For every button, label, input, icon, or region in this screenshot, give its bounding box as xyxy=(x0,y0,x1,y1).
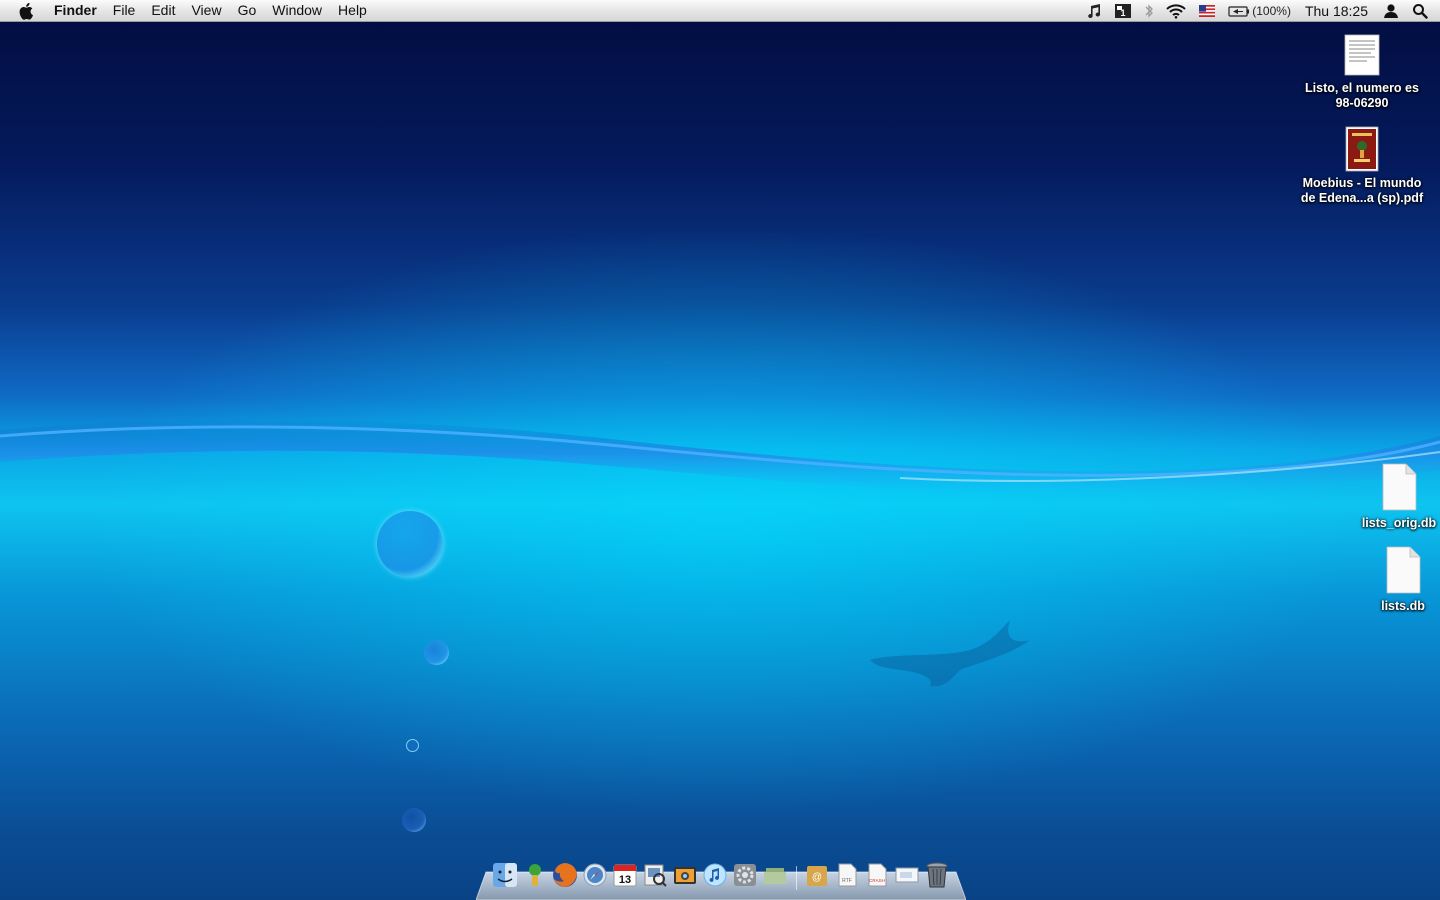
itunes-note-icon[interactable] xyxy=(1080,0,1108,21)
desktop-icon-label-line1: Moebius - El mundo xyxy=(1302,176,1422,190)
blank-document-icon xyxy=(1384,545,1422,595)
bubble-medium xyxy=(424,640,449,665)
us-flag-input-icon[interactable] xyxy=(1192,0,1222,21)
battery-icon[interactable] xyxy=(1222,0,1250,21)
bubble-small-2 xyxy=(402,808,426,832)
stacks-icon[interactable] xyxy=(760,860,790,890)
water-surface-wave xyxy=(0,419,1440,495)
screen-icon[interactable] xyxy=(892,860,922,890)
spaces-icon[interactable]: 1 xyxy=(1108,0,1138,21)
menu-help[interactable]: Help xyxy=(330,0,375,21)
desktop-icon-label: lists.db xyxy=(1381,599,1425,613)
menu-finder[interactable]: Finder xyxy=(54,0,105,21)
menu-go[interactable]: Go xyxy=(230,0,265,21)
svg-text:RTF: RTF xyxy=(842,878,852,884)
spotlight-search-icon[interactable] xyxy=(1406,0,1440,21)
menu-view[interactable]: View xyxy=(183,0,229,21)
preview-icon[interactable] xyxy=(640,860,670,890)
bubble-large xyxy=(377,511,443,577)
text-document-icon xyxy=(1341,33,1383,77)
bubble-small xyxy=(406,739,419,752)
desktop-icon-label: lists_orig.db xyxy=(1361,516,1437,530)
desktop-icon-label-line2: de Edena...a (sp).pdf xyxy=(1300,191,1424,205)
svg-text:1: 1 xyxy=(1121,8,1126,18)
ical-icon[interactable]: 13 xyxy=(610,860,640,890)
ical-day-text: 13 xyxy=(619,874,631,886)
whale-silhouette xyxy=(870,620,1030,687)
finder-icon[interactable] xyxy=(490,860,520,890)
rtf-document-icon[interactable]: RTF xyxy=(832,860,862,890)
desktop-icon-label-line2: 98-06290 xyxy=(1335,96,1389,110)
iphoto-icon[interactable] xyxy=(670,860,700,890)
safari-icon[interactable] xyxy=(580,860,610,890)
system-preferences-icon[interactable] xyxy=(730,860,760,890)
user-icon[interactable] xyxy=(1376,0,1406,21)
desktop-icon-moebius-pdf[interactable]: Moebius - El mundo de Edena...a (sp).pdf xyxy=(1294,126,1430,206)
desktop-icon-lists-orig-db[interactable]: lists_orig.db xyxy=(1358,462,1440,531)
desktop-icon-listo[interactable]: Listo, el numero es 98-06290 xyxy=(1296,33,1428,111)
menu-window[interactable]: Window xyxy=(264,0,330,21)
menu-file[interactable]: File xyxy=(105,0,144,21)
menu-bar: Finder File Edit View Go Window Help 1 (… xyxy=(0,0,1440,22)
apple-menu-icon[interactable] xyxy=(0,2,54,20)
trash-icon[interactable] xyxy=(922,860,952,890)
itunes-icon[interactable] xyxy=(700,860,730,890)
crash-document-icon[interactable]: CRASH xyxy=(862,860,892,890)
menu-edit[interactable]: Edit xyxy=(143,0,183,21)
wifi-icon[interactable] xyxy=(1160,0,1192,21)
desktop-icon-label-line1: Listo, el numero es xyxy=(1305,81,1419,95)
blank-document-icon xyxy=(1380,462,1418,512)
svg-text:CRASH: CRASH xyxy=(869,878,885,883)
svg-text:@: @ xyxy=(812,872,822,883)
applications-folder-icon[interactable]: @ xyxy=(802,860,832,890)
sourcetree-icon[interactable] xyxy=(520,860,550,890)
bluetooth-icon[interactable] xyxy=(1138,0,1160,21)
pdf-document-icon xyxy=(1344,126,1380,172)
dock-separator xyxy=(790,860,802,890)
battery-percent: (100%) xyxy=(1252,3,1291,18)
desktop-icon-lists-db[interactable]: lists.db xyxy=(1366,545,1440,614)
dock: 13 @ RTF CRASH xyxy=(490,858,952,890)
firefox-icon[interactable] xyxy=(550,860,580,890)
menubar-clock[interactable]: Thu 18:25 xyxy=(1297,3,1376,19)
